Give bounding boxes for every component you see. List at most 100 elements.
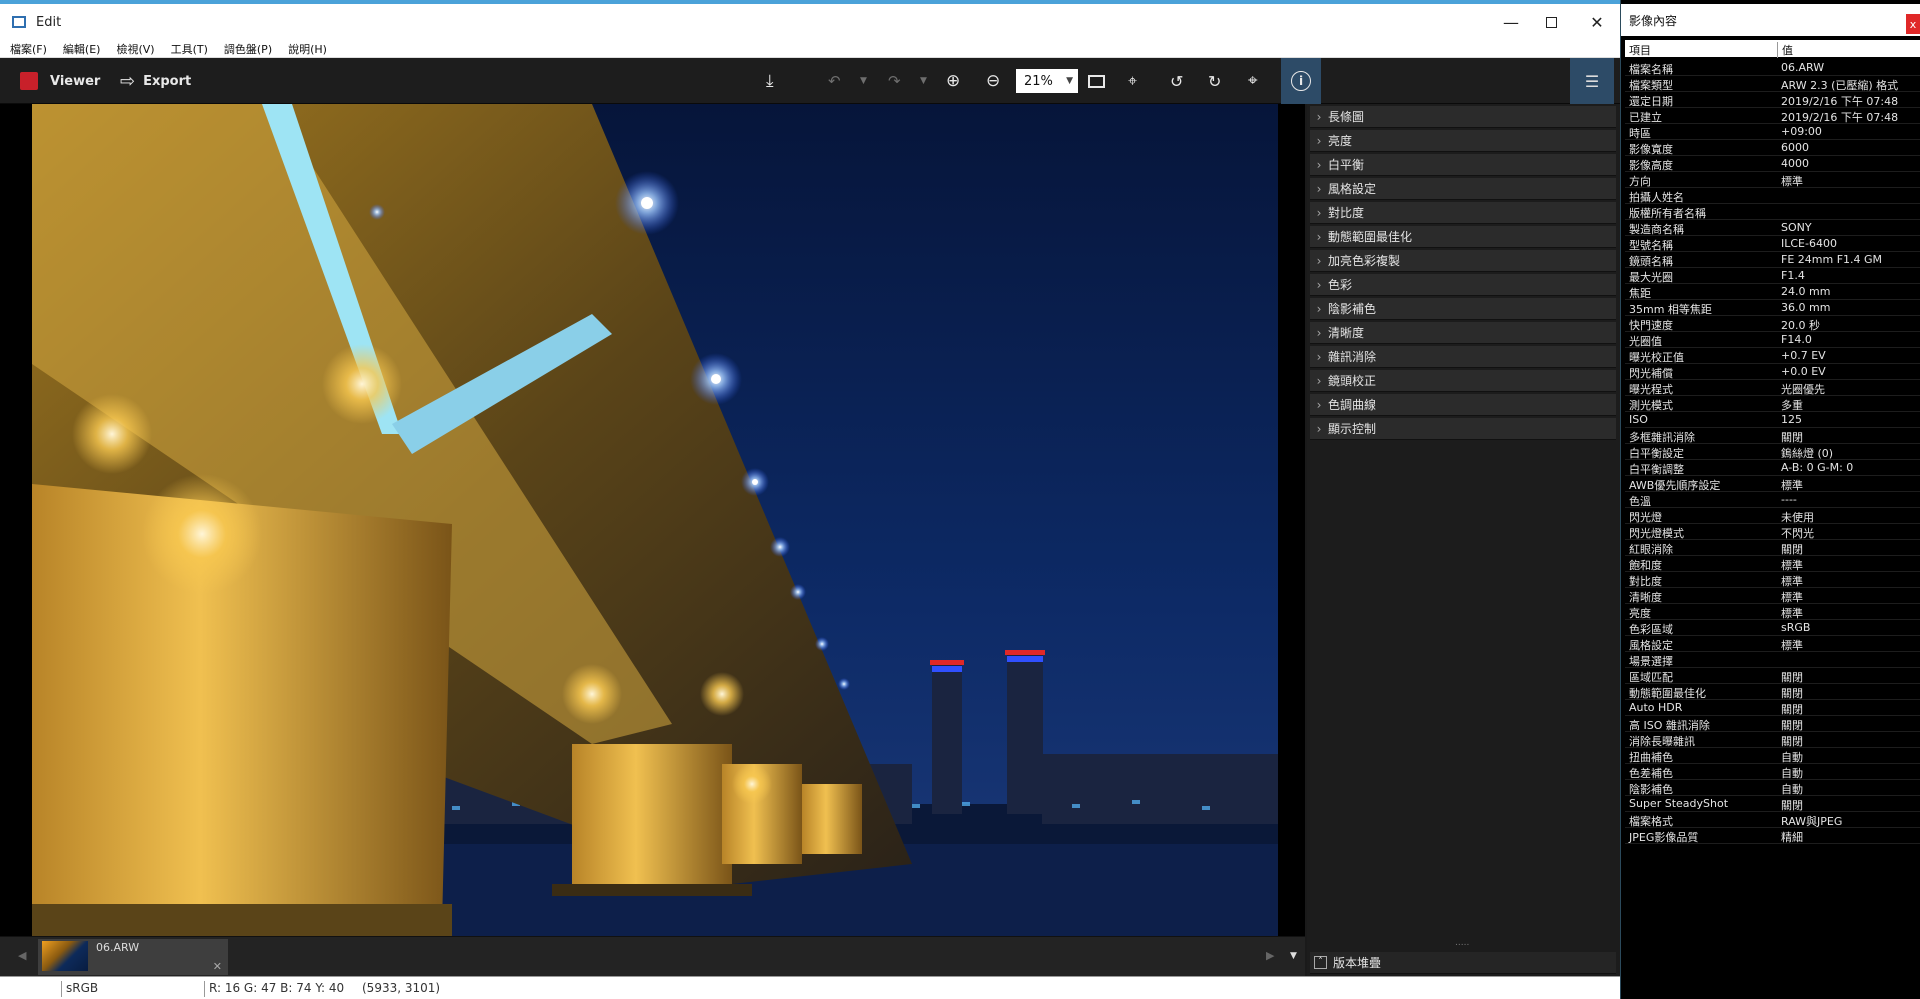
info-close-button[interactable]: x <box>1906 14 1920 34</box>
filmstrip-prev-icon[interactable]: ◀ <box>18 949 26 962</box>
info-row[interactable]: 鏡頭名稱 FE 24mm F1.4 GM <box>1625 252 1920 268</box>
info-row[interactable]: AWB優先順序設定 標準 <box>1625 476 1920 492</box>
info-row[interactable]: 時區 +09:00 <box>1625 124 1920 140</box>
image-viewer[interactable] <box>0 104 1305 936</box>
info-row[interactable]: JPEG影像品質 精細 <box>1625 828 1920 844</box>
info-row[interactable]: 檔案格式 RAW與JPEG <box>1625 812 1920 828</box>
info-row[interactable]: 35mm 相等焦距 36.0 mm <box>1625 300 1920 316</box>
filmstrip-menu-icon[interactable]: ▼ <box>1290 951 1297 961</box>
info-row[interactable]: 色差補色 自動 <box>1625 764 1920 780</box>
section-highlight[interactable]: › 加亮色彩複製 <box>1310 250 1616 272</box>
section-color[interactable]: › 色彩 <box>1310 274 1616 296</box>
adjust-panel-button[interactable]: ☰ <box>1570 58 1614 104</box>
maximize-button[interactable] <box>1528 6 1574 38</box>
save-button[interactable]: ⤓ <box>766 58 774 104</box>
section-dro[interactable]: › 動態範圍最佳化 <box>1310 226 1616 248</box>
info-row[interactable]: 已建立 2019/2/16 下午 07:48 <box>1625 108 1920 124</box>
info-row[interactable]: 紅眼消除 關閉 <box>1625 540 1920 556</box>
panel-resize-grip[interactable]: ..... <box>1455 938 1469 948</box>
redo-history-button[interactable]: ▼ <box>920 58 927 104</box>
export-button[interactable]: ⇨ Export <box>120 58 191 104</box>
zoom-out-button[interactable]: ⊖ <box>986 58 1000 104</box>
info-row[interactable]: 方向 標準 <box>1625 172 1920 188</box>
info-row[interactable]: 高 ISO 雜訊消除 關閉 <box>1625 716 1920 732</box>
info-row[interactable]: 多框雜訊消除 關閉 <box>1625 428 1920 444</box>
version-stack-toggle[interactable]: ˄ 版本堆疊 <box>1310 952 1616 974</box>
viewer-button[interactable]: Viewer <box>20 58 100 104</box>
info-row[interactable]: 焦距 24.0 mm <box>1625 284 1920 300</box>
actual-size-button[interactable]: ⌖ <box>1128 58 1137 104</box>
info-row[interactable]: 製造商名稱 SONY <box>1625 220 1920 236</box>
info-button[interactable]: i <box>1281 58 1321 104</box>
info-row[interactable]: 版權所有者名稱 <box>1625 204 1920 220</box>
info-row[interactable]: 影像寬度 6000 <box>1625 140 1920 156</box>
info-row[interactable]: 飽和度 標準 <box>1625 556 1920 572</box>
info-row[interactable]: 亮度 標準 <box>1625 604 1920 620</box>
info-row[interactable]: 檔案名稱 06.ARW <box>1625 60 1920 76</box>
info-row[interactable]: 風格設定 標準 <box>1625 636 1920 652</box>
info-row[interactable]: 對比度 標準 <box>1625 572 1920 588</box>
info-row[interactable]: 白平衡調整 A-B: 0 G-M: 0 <box>1625 460 1920 476</box>
info-row[interactable]: 閃光補償 +0.0 EV <box>1625 364 1920 380</box>
info-row[interactable]: 還定日期 2019/2/16 下午 07:48 <box>1625 92 1920 108</box>
zoom-in-button[interactable]: ⊕ <box>946 58 960 104</box>
rotate-left-button[interactable]: ↺ <box>1170 58 1183 104</box>
info-row[interactable]: 扭曲補色 自動 <box>1625 748 1920 764</box>
info-row[interactable]: 清晰度 標準 <box>1625 588 1920 604</box>
info-row[interactable]: 白平衡設定 鎢絲燈 (0) <box>1625 444 1920 460</box>
info-row[interactable]: 光圈值 F14.0 <box>1625 332 1920 348</box>
info-row[interactable]: 閃光燈 未使用 <box>1625 508 1920 524</box>
info-row[interactable]: 區域匹配 關閉 <box>1625 668 1920 684</box>
section-brightness[interactable]: › 亮度 <box>1310 130 1616 152</box>
info-row[interactable]: 曝光校正值 +0.7 EV <box>1625 348 1920 364</box>
undo-button[interactable]: ↶ <box>828 58 841 104</box>
info-row[interactable]: 測光模式 多重 <box>1625 396 1920 412</box>
menu-edit[interactable]: 編輯(E) <box>63 41 101 57</box>
section-tone-curve[interactable]: › 色調曲線 <box>1310 394 1616 416</box>
info-row[interactable]: 檔案類型 ARW 2.3 (已壓縮) 格式 <box>1625 76 1920 92</box>
section-noise-reduction[interactable]: › 雜訊消除 <box>1310 346 1616 368</box>
info-row[interactable]: 影像高度 4000 <box>1625 156 1920 172</box>
section-display-control[interactable]: › 顯示控制 <box>1310 418 1616 440</box>
menu-tools[interactable]: 工具(T) <box>171 41 208 57</box>
info-row[interactable]: Super SteadyShot 關閉 <box>1625 796 1920 812</box>
column-header-item[interactable]: 項目 <box>1629 42 1651 58</box>
column-header-value[interactable]: 值 <box>1777 42 1793 58</box>
menu-view[interactable]: 檢視(V) <box>116 41 154 57</box>
section-contrast[interactable]: › 對比度 <box>1310 202 1616 224</box>
info-row[interactable]: 陰影補色 自動 <box>1625 780 1920 796</box>
menu-palette[interactable]: 調色盤(P) <box>224 41 272 57</box>
info-row[interactable]: 動態範圍最佳化 關閉 <box>1625 684 1920 700</box>
menu-file[interactable]: 檔案(F) <box>10 41 47 57</box>
section-sharpness[interactable]: › 清晰度 <box>1310 322 1616 344</box>
thumbnail-item[interactable]: 06.ARW ✕ <box>38 939 228 975</box>
info-row[interactable]: 型號名稱 ILCE-6400 <box>1625 236 1920 252</box>
info-row[interactable]: 場景選擇 <box>1625 652 1920 668</box>
redo-button[interactable]: ↷ <box>888 58 901 104</box>
section-lens-correction[interactable]: › 鏡頭校正 <box>1310 370 1616 392</box>
thumbnail-close-icon[interactable]: ✕ <box>213 960 222 973</box>
fit-screen-button[interactable] <box>1088 58 1105 104</box>
toolbar: Viewer ⇨ Export ⤓ ↶ ▼ ↷ ▼ ⊕ ⊖ 21% ▼ ⌖ ↺ … <box>0 58 1620 104</box>
section-histogram[interactable]: › 長條圖 <box>1310 106 1616 128</box>
menu-help[interactable]: 說明(H) <box>288 41 327 57</box>
info-row[interactable]: 最大光圈 F1.4 <box>1625 268 1920 284</box>
info-row[interactable]: Auto HDR 關閉 <box>1625 700 1920 716</box>
info-row[interactable]: 拍攝人姓名 <box>1625 188 1920 204</box>
info-row[interactable]: 消除長曝雜訊 關閉 <box>1625 732 1920 748</box>
info-row[interactable]: 閃光燈模式 不閃光 <box>1625 524 1920 540</box>
crop-button[interactable]: ⌖ <box>1248 58 1258 104</box>
rotate-right-button[interactable]: ↻ <box>1208 58 1221 104</box>
zoom-select[interactable]: 21% ▼ <box>1016 69 1078 93</box>
section-shading[interactable]: › 陰影補色 <box>1310 298 1616 320</box>
filmstrip-next-icon[interactable]: ▶ <box>1266 949 1274 962</box>
undo-history-button[interactable]: ▼ <box>860 58 867 104</box>
info-row[interactable]: ISO 125 <box>1625 412 1920 428</box>
info-row[interactable]: 色溫 ---- <box>1625 492 1920 508</box>
info-row[interactable]: 色彩區域 sRGB <box>1625 620 1920 636</box>
info-row[interactable]: 快門速度 20.0 秒 <box>1625 316 1920 332</box>
info-row[interactable]: 曝光程式 光圈優先 <box>1625 380 1920 396</box>
section-creative-style[interactable]: › 風格設定 <box>1310 178 1616 200</box>
close-button[interactable]: ✕ <box>1574 6 1620 38</box>
section-white-balance[interactable]: › 白平衡 <box>1310 154 1616 176</box>
